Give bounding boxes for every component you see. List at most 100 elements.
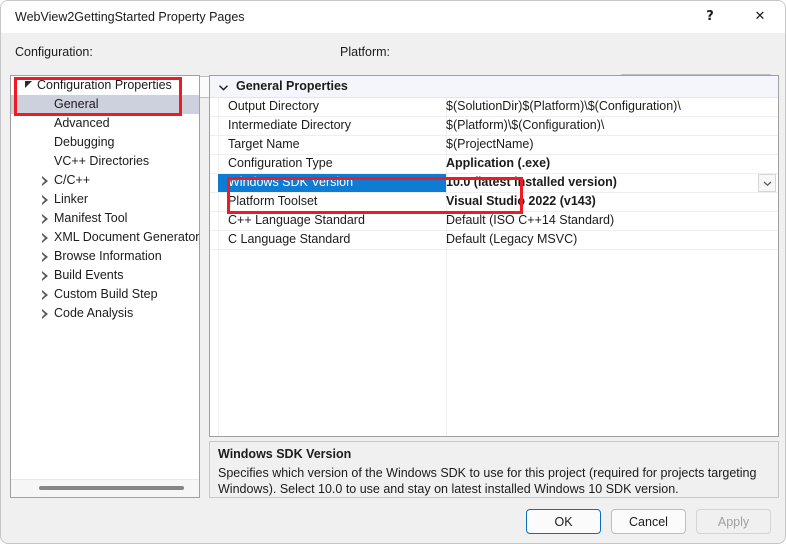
tree-item-label: Manifest Tool bbox=[54, 211, 128, 225]
tree-item-configuration-properties[interactable]: Configuration Properties bbox=[11, 76, 199, 95]
apply-button: Apply bbox=[696, 509, 771, 534]
triangle-right-icon bbox=[41, 289, 49, 300]
property-name: Target Name bbox=[228, 137, 300, 151]
property-grid-panel: General Properties Output Directory $(Sol… bbox=[209, 75, 779, 437]
tree-item-label: Debugging bbox=[54, 135, 115, 149]
property-row[interactable]: C++ Language Standard Default (ISO C++14 … bbox=[210, 212, 778, 231]
property-value: Default (Legacy MSVC) bbox=[446, 232, 578, 246]
property-value: Application (.exe) bbox=[446, 156, 551, 170]
tree-collapsed-arrow-icon[interactable] bbox=[37, 209, 53, 228]
tree-item-manifest-tool[interactable]: Manifest Tool bbox=[11, 209, 199, 228]
tree-item-debugging[interactable]: Debugging bbox=[11, 133, 199, 152]
property-row[interactable]: Intermediate Directory $(Platform)\$(Conf… bbox=[210, 117, 778, 136]
property-name: Configuration Type bbox=[228, 156, 333, 170]
configuration-bar: Configuration: Active(Debug) Platform: A… bbox=[1, 33, 785, 100]
tree-item-general[interactable]: General bbox=[11, 95, 199, 114]
description-title: Windows SDK Version bbox=[218, 447, 352, 461]
tree-item-linker[interactable]: Linker bbox=[11, 190, 199, 209]
triangle-right-icon bbox=[41, 270, 49, 281]
property-row[interactable]: Target Name $(ProjectName) bbox=[210, 136, 778, 155]
platform-label: Platform: bbox=[340, 45, 391, 59]
property-grid-section-header[interactable]: General Properties bbox=[210, 76, 778, 98]
tree-item-label: Linker bbox=[54, 192, 89, 206]
tree-collapsed-arrow-icon[interactable] bbox=[37, 190, 53, 209]
triangle-down-icon bbox=[24, 81, 32, 88]
tree-item-label: C/C++ bbox=[54, 173, 91, 187]
property-value: $(ProjectName) bbox=[446, 137, 534, 151]
close-icon: ✕ bbox=[754, 9, 766, 24]
tree-no-arrow-spacer bbox=[37, 114, 53, 133]
tree-no-arrow-spacer bbox=[37, 95, 53, 114]
property-value: 10.0 (latest installed version) bbox=[446, 175, 617, 189]
tree-item-vc-directories[interactable]: VC++ Directories bbox=[11, 152, 199, 171]
triangle-right-icon bbox=[41, 175, 49, 186]
property-value-dropdown-button[interactable] bbox=[758, 174, 776, 192]
cancel-button[interactable]: Cancel bbox=[611, 509, 686, 534]
description-panel: Windows SDK Version Specifies which vers… bbox=[209, 441, 779, 498]
chevron-down-icon bbox=[218, 82, 229, 93]
tree-no-arrow-spacer bbox=[37, 152, 53, 171]
window-title: WebView2GettingStarted Property Pages bbox=[15, 10, 245, 24]
tree-collapsed-arrow-icon[interactable] bbox=[37, 285, 53, 304]
question-mark-icon: ? bbox=[706, 9, 714, 24]
tree-item-code-analysis[interactable]: Code Analysis bbox=[11, 304, 199, 323]
tree-item-label: Custom Build Step bbox=[54, 287, 158, 301]
description-body: Specifies which version of the Windows S… bbox=[218, 466, 757, 496]
property-row[interactable]: C Language Standard Default (Legacy MSVC) bbox=[210, 231, 778, 250]
tree-item-label: Configuration Properties bbox=[37, 78, 172, 92]
tree-item-label: General bbox=[54, 97, 99, 111]
property-row[interactable]: Windows SDK Version 10.0 (latest installe… bbox=[210, 174, 778, 193]
tree-no-arrow-spacer bbox=[37, 133, 53, 152]
tree-item-browse-information[interactable]: Browse Information bbox=[11, 247, 199, 266]
title-bar: WebView2GettingStarted Property Pages ? … bbox=[1, 1, 785, 33]
tree-item-custom-build-step[interactable]: Custom Build Step bbox=[11, 285, 199, 304]
cancel-label: Cancel bbox=[629, 514, 668, 529]
tree-item-c-c[interactable]: C/C++ bbox=[11, 171, 199, 190]
tree-horizontal-scrollbar[interactable] bbox=[11, 479, 199, 497]
property-name: C Language Standard bbox=[228, 232, 351, 246]
tree-collapsed-arrow-icon[interactable] bbox=[37, 228, 53, 247]
property-value: $(SolutionDir)$(Platform)\$(Configuratio… bbox=[446, 99, 681, 113]
tree-collapsed-arrow-icon[interactable] bbox=[37, 171, 53, 190]
close-button[interactable]: ✕ bbox=[739, 1, 781, 32]
tree-item-build-events[interactable]: Build Events bbox=[11, 266, 199, 285]
property-value: Default (ISO C++14 Standard) bbox=[446, 213, 615, 227]
property-row[interactable]: Output Directory $(SolutionDir)$(Platform… bbox=[210, 98, 778, 117]
tree-collapsed-arrow-icon[interactable] bbox=[37, 266, 53, 285]
property-name: Windows SDK Version bbox=[228, 175, 354, 189]
tree-item-label: Code Analysis bbox=[54, 306, 134, 320]
tree-item-label: Advanced bbox=[54, 116, 110, 130]
tree-item-advanced[interactable]: Advanced bbox=[11, 114, 199, 133]
help-button[interactable]: ? bbox=[689, 1, 731, 32]
triangle-right-icon bbox=[41, 213, 49, 224]
property-value: $(Platform)\$(Configuration)\ bbox=[446, 118, 605, 132]
property-pages-dialog: WebView2GettingStarted Property Pages ? … bbox=[0, 0, 786, 544]
apply-label: Apply bbox=[717, 514, 750, 529]
chevron-down-icon bbox=[763, 181, 771, 186]
property-grid-rows: Output Directory $(SolutionDir)$(Platform… bbox=[210, 98, 778, 250]
property-name: C++ Language Standard bbox=[228, 213, 365, 227]
section-header-label: General Properties bbox=[236, 79, 348, 93]
property-name: Output Directory bbox=[228, 99, 320, 113]
tree-expanded-arrow-icon[interactable] bbox=[20, 76, 36, 95]
tree-collapsed-arrow-icon[interactable] bbox=[37, 247, 53, 266]
property-value: Visual Studio 2022 (v143) bbox=[446, 194, 596, 208]
property-row[interactable]: Platform Toolset Visual Studio 2022 (v143… bbox=[210, 193, 778, 212]
tree-item-label: Browse Information bbox=[54, 249, 162, 263]
property-row[interactable]: Configuration Type Application (.exe) bbox=[210, 155, 778, 174]
tree-item-label: Build Events bbox=[54, 268, 124, 282]
properties-tree[interactable]: Configuration Properties General Advanced D… bbox=[11, 76, 199, 480]
triangle-right-icon bbox=[41, 251, 49, 262]
ok-button[interactable]: OK bbox=[526, 509, 601, 534]
property-name: Intermediate Directory bbox=[228, 118, 351, 132]
triangle-right-icon bbox=[41, 232, 49, 243]
triangle-right-icon bbox=[41, 308, 49, 319]
tree-item-label: XML Document Generator bbox=[54, 230, 199, 244]
properties-tree-panel: Configuration Properties General Advanced D… bbox=[10, 75, 200, 498]
tree-collapsed-arrow-icon[interactable] bbox=[37, 304, 53, 323]
property-name: Platform Toolset bbox=[228, 194, 318, 208]
tree-item-label: VC++ Directories bbox=[54, 154, 150, 168]
tree-item-xml-document-generator[interactable]: XML Document Generator bbox=[11, 228, 199, 247]
tree-scrollbar-thumb[interactable] bbox=[39, 486, 184, 490]
configuration-label: Configuration: bbox=[15, 45, 93, 59]
